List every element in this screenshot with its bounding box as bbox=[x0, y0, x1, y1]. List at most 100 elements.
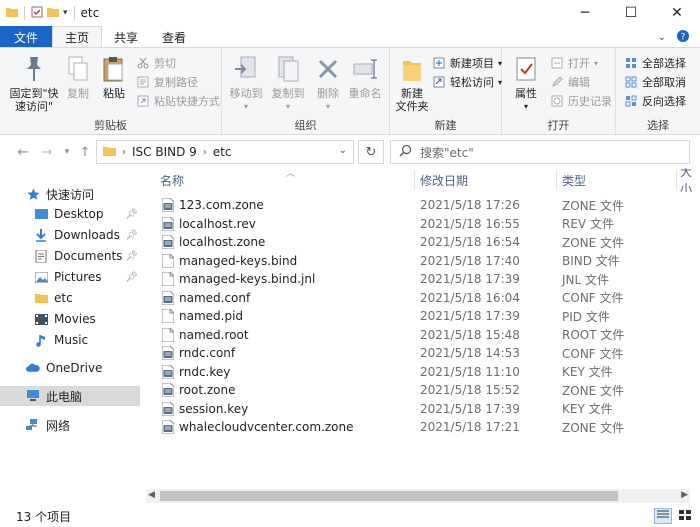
open-button[interactable]: 打开 ▾ bbox=[550, 54, 598, 72]
column-header-type[interactable]: 类型 bbox=[556, 168, 676, 192]
refresh-button[interactable]: ↻ bbox=[358, 140, 384, 164]
pin-icon[interactable]: 📌︎ bbox=[125, 209, 138, 220]
file-row[interactable]: named.pid 2021/5/18 17:39 PID 文件 bbox=[146, 307, 700, 325]
tab-view[interactable]: 查看 bbox=[150, 26, 198, 48]
file-row[interactable]: 123.com.zone 2021/5/18 17:26 ZONE 文件 bbox=[146, 196, 700, 214]
edit-button[interactable]: 编辑 bbox=[550, 73, 590, 91]
edit-icon bbox=[550, 75, 564, 89]
copy-to-button[interactable]: 复制到 ▾ bbox=[268, 54, 308, 113]
maximize-button[interactable]: ☐ bbox=[608, 0, 654, 26]
horizontal-scrollbar[interactable]: ◀ ▶ bbox=[146, 489, 690, 503]
tab-file[interactable]: 文件 bbox=[0, 26, 53, 48]
up-button[interactable]: ↑ bbox=[76, 144, 94, 160]
nav-item-etc[interactable]: etc bbox=[0, 288, 146, 308]
nav-label: Music bbox=[54, 333, 89, 347]
details-view-button[interactable] bbox=[654, 508, 672, 524]
delete-button[interactable]: 删除 ▾ bbox=[314, 54, 342, 113]
column-header-date[interactable]: 修改日期 bbox=[414, 168, 556, 192]
nav-item-onedrive[interactable]: OneDrive bbox=[0, 358, 146, 378]
file-row[interactable]: named.root 2021/5/18 15:48 ROOT 文件 bbox=[146, 326, 700, 344]
network-icon bbox=[26, 418, 40, 432]
new-folder-button[interactable]: 新建 文件夹 bbox=[394, 54, 430, 113]
status-bar: 13 个项目 bbox=[0, 506, 700, 527]
computer-icon bbox=[26, 389, 40, 403]
help-icon[interactable]: ? bbox=[676, 29, 690, 46]
paste-button[interactable]: 粘贴 bbox=[98, 54, 130, 100]
file-row[interactable]: whalecloudvcenter.com.zone 2021/5/18 17:2… bbox=[146, 418, 700, 436]
cut-button[interactable]: 剪切 bbox=[136, 54, 176, 72]
copy-path-button[interactable]: 复制路径 bbox=[136, 73, 198, 91]
pin-icon[interactable]: 📌︎ bbox=[125, 272, 138, 283]
file-name-cell: rndc.conf bbox=[161, 345, 235, 361]
forward-button[interactable]: → bbox=[38, 144, 56, 160]
nav-item-this-pc[interactable]: 此电脑 bbox=[0, 386, 140, 406]
file-row[interactable]: rndc.conf 2021/5/18 14:53 CONF 文件 bbox=[146, 344, 700, 362]
file-row[interactable]: named.conf 2021/5/18 16:04 CONF 文件 bbox=[146, 289, 700, 307]
file-row[interactable]: rndc.key 2021/5/18 11:10 KEY 文件 bbox=[146, 363, 700, 381]
move-to-button[interactable]: 移动到 ▾ bbox=[228, 54, 264, 113]
rename-button[interactable]: 重命名 bbox=[346, 54, 384, 100]
new-group-label: 新建 bbox=[434, 119, 457, 132]
nav-item-documents[interactable]: Documents 📌︎ bbox=[0, 246, 146, 266]
address-bar[interactable]: › ISC BIND 9 › etc ⌄ bbox=[96, 140, 354, 164]
recent-locations-button[interactable]: ▾ bbox=[58, 144, 76, 160]
new-folder-quick-icon[interactable] bbox=[47, 6, 59, 21]
close-button[interactable]: ✕ bbox=[654, 0, 700, 26]
dropdown-caret-icon: ▾ bbox=[285, 102, 290, 111]
breadcrumb-isc-bind[interactable]: ISC BIND 9 bbox=[132, 145, 197, 159]
window-controls: ─ ☐ ✕ bbox=[562, 0, 700, 26]
cloud-icon bbox=[26, 361, 40, 375]
column-header-name[interactable]: 名称 ︿ bbox=[154, 168, 414, 192]
nav-item-quick-access[interactable]: 快速访问 bbox=[0, 184, 146, 204]
select-all-button[interactable]: 全部选择 bbox=[624, 54, 686, 72]
tab-share[interactable]: 共享 bbox=[102, 26, 150, 48]
large-icons-view-button[interactable] bbox=[676, 508, 694, 524]
collapse-ribbon-icon[interactable]: ⌄ bbox=[658, 32, 666, 43]
pin-to-quick-access-button[interactable]: 固定到"快速访问" bbox=[8, 54, 60, 113]
dropdown-caret-icon: ▾ bbox=[594, 58, 599, 68]
file-row[interactable]: managed-keys.bind 2021/5/18 17:40 BIND 文件 bbox=[146, 252, 700, 270]
properties-button[interactable]: 属性 ▾ bbox=[510, 54, 542, 113]
file-row[interactable]: managed-keys.bind.jnl 2021/5/18 17:39 JNL … bbox=[146, 270, 700, 288]
chevron-right-icon[interactable]: › bbox=[122, 147, 126, 158]
customize-dropdown-icon[interactable]: ▾ bbox=[63, 8, 68, 18]
pin-icon[interactable]: 📌︎ bbox=[125, 230, 138, 241]
select-none-button[interactable]: 全部取消 bbox=[624, 73, 686, 91]
address-dropdown-icon[interactable]: ⌄ bbox=[339, 145, 347, 156]
chevron-right-icon[interactable]: › bbox=[203, 147, 207, 158]
nav-item-music[interactable]: Music bbox=[0, 330, 146, 350]
new-item-button[interactable]: 新建项目 ▾ bbox=[432, 54, 502, 72]
history-button[interactable]: 历史记录 bbox=[550, 92, 612, 110]
folder-icon bbox=[6, 6, 18, 21]
paste-shortcut-button[interactable]: 粘贴快捷方式 bbox=[136, 92, 220, 110]
easy-access-button[interactable]: 轻松访问 ▾ bbox=[432, 73, 502, 91]
scroll-right-icon[interactable]: ▶ bbox=[681, 490, 688, 500]
nav-label: 网络 bbox=[46, 418, 71, 433]
nav-item-desktop[interactable]: Desktop 📌︎ bbox=[0, 204, 146, 224]
scrollbar-thumb[interactable] bbox=[160, 491, 618, 501]
select-none-label: 全部取消 bbox=[642, 76, 686, 89]
file-row[interactable]: root.zone 2021/5/18 15:52 ZONE 文件 bbox=[146, 381, 700, 399]
tab-home[interactable]: 主页 bbox=[52, 26, 103, 48]
desktop-icon bbox=[34, 207, 48, 221]
invert-selection-button[interactable]: 反向选择 bbox=[624, 92, 686, 110]
search-box[interactable]: 搜索"etc" bbox=[390, 140, 690, 164]
file-row[interactable]: localhost.rev 2021/5/18 16:55 REV 文件 bbox=[146, 215, 700, 233]
file-row[interactable]: localhost.zone 2021/5/18 16:54 ZONE 文件 bbox=[146, 233, 700, 251]
back-button[interactable]: ← bbox=[14, 144, 32, 160]
file-row[interactable]: session.key 2021/5/18 17:39 KEY 文件 bbox=[146, 400, 700, 418]
refresh-icon: ↻ bbox=[365, 144, 377, 160]
breadcrumb-etc[interactable]: etc bbox=[213, 145, 232, 159]
folder-icon bbox=[103, 145, 116, 160]
dropdown-caret-icon: ▾ bbox=[325, 102, 330, 111]
scroll-left-icon[interactable]: ◀ bbox=[148, 490, 155, 500]
minimize-button[interactable]: ─ bbox=[562, 0, 608, 26]
properties-quick-icon[interactable] bbox=[31, 6, 43, 21]
pin-icon[interactable]: 📌︎ bbox=[125, 251, 138, 262]
nav-item-network[interactable]: 网络 bbox=[0, 415, 146, 435]
nav-item-pictures[interactable]: Pictures 📌︎ bbox=[0, 267, 146, 287]
column-header-size[interactable]: 大小 bbox=[676, 168, 700, 192]
nav-item-movies[interactable]: Movies bbox=[0, 309, 146, 329]
copy-button[interactable]: 复制 bbox=[64, 54, 92, 100]
nav-item-downloads[interactable]: Downloads 📌︎ bbox=[0, 225, 146, 245]
